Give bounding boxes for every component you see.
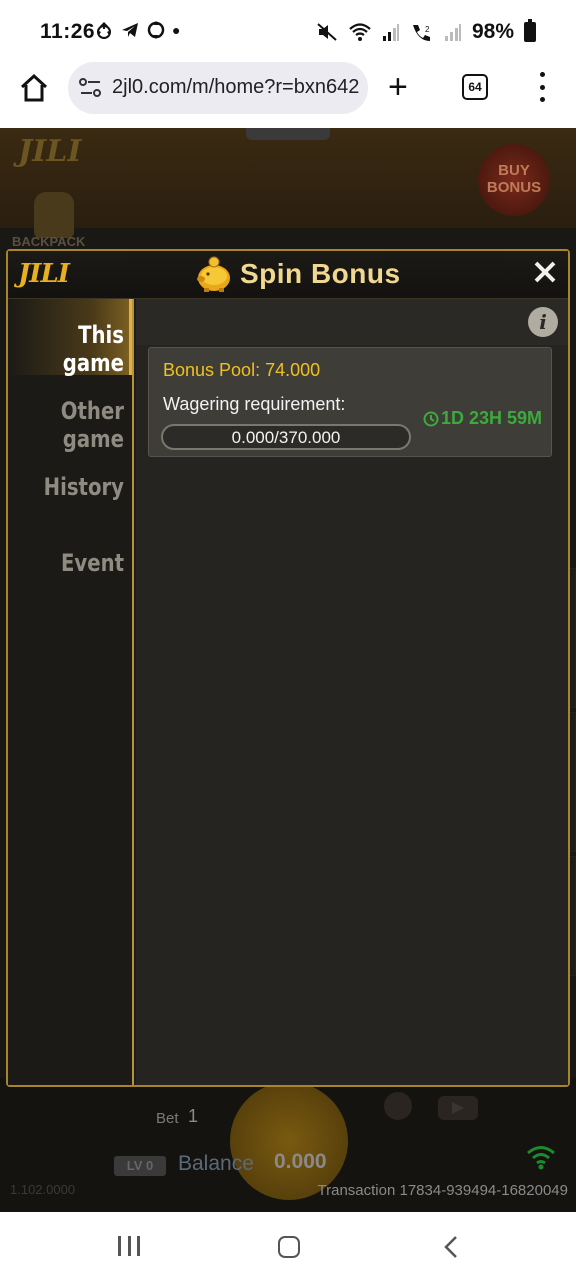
backpack-icon <box>34 192 74 238</box>
dialog-sidebar: This game Other game History Event <box>8 299 134 1085</box>
tab-other-game[interactable]: Other game <box>24 397 124 453</box>
buy-bonus-button[interactable]: BUY BONUS <box>478 144 550 216</box>
battery-percent: 98% <box>471 20 514 43</box>
dialog-title: Spin Bonus <box>240 258 401 289</box>
backpack-button[interactable]: BACKPACK <box>12 192 92 252</box>
clock-icon <box>423 411 439 426</box>
status-right-icons: 2 98% <box>316 19 536 44</box>
spin-bonus-dialog: JILI Spin Bonus This game Other game His… <box>6 249 570 1087</box>
sync-icon <box>147 21 165 39</box>
tab-history[interactable]: History <box>24 473 124 501</box>
bet-label: Bet <box>156 1110 179 1127</box>
dialog-title-wrap: Spin Bonus <box>194 255 401 293</box>
status-bar: 11:26 ● 2 98% <box>0 0 576 62</box>
top-handle[interactable] <box>246 128 330 140</box>
bonus-timer: 1D 23H 59M <box>423 408 542 429</box>
back-icon[interactable] <box>440 1234 464 1260</box>
version-text: 1.102.0000 <box>10 1182 76 1197</box>
wifi-call-icon: 2 <box>412 25 430 41</box>
close-icon[interactable] <box>532 259 558 285</box>
new-tab-button[interactable]: + <box>388 70 408 104</box>
connection-icon <box>527 1146 555 1170</box>
url-text[interactable]: 2jl0.com/m/home?r=bxn642 <box>112 76 359 99</box>
battery-icon <box>524 19 536 42</box>
content-top-strip <box>136 299 568 345</box>
status-time: 11:26 <box>40 20 96 43</box>
level-badge: LV 0 <box>114 1156 166 1176</box>
bonus-card: Bonus Pool: 74.000 Wagering requirement:… <box>148 347 552 457</box>
wagering-progress-bar: 0.000/370.000 <box>161 424 411 450</box>
svg-text:2: 2 <box>425 25 430 34</box>
status-left-icons: ● <box>94 20 180 40</box>
wagering-label: Wagering requirement: <box>163 394 346 414</box>
telegram-icon <box>122 23 138 37</box>
signal-icon <box>444 24 461 41</box>
balance-value: 0.000 <box>274 1150 327 1173</box>
mute-icon <box>317 23 337 41</box>
wifi-icon <box>349 23 371 41</box>
tab-switcher-button[interactable]: 64 <box>462 74 488 100</box>
dialog-content: i Bonus Pool: 74.000 Wagering requiremen… <box>136 299 568 1085</box>
tab-this-game[interactable]: This game <box>24 321 124 377</box>
balance-label: Balance <box>178 1152 254 1175</box>
browser-menu-button[interactable] <box>536 72 548 102</box>
game-controls: Bet 1 LV 0 Balance 0.000 1.102.0000 Tran… <box>0 1078 576 1212</box>
timer-text: 1D 23H 59M <box>441 408 543 428</box>
backpack-label: BACKPACK <box>12 234 86 249</box>
auto-turbo-icons[interactable] <box>380 1088 490 1128</box>
recent-apps-button[interactable] <box>118 1236 140 1256</box>
dialog-logo: JILI <box>18 259 70 289</box>
dot-icon: ● <box>172 22 181 38</box>
signal-icon <box>382 24 399 41</box>
android-nav-bar <box>0 1212 576 1280</box>
dialog-header: JILI Spin Bonus <box>8 251 568 299</box>
site-settings-icon[interactable] <box>78 76 104 100</box>
bonus-pool-text: Bonus Pool: 74.000 <box>163 360 321 380</box>
home-icon[interactable] <box>18 72 50 104</box>
game-logo: JILI <box>18 134 82 169</box>
transaction-id: Transaction 17834-939494-16820049 <box>317 1182 568 1199</box>
tab-event[interactable]: Event <box>24 549 124 577</box>
browser-toolbar: 2jl0.com/m/home?r=bxn642 + 64 <box>0 62 576 128</box>
sync-icon <box>97 22 111 39</box>
wagering-progress-text: 0.000/370.000 <box>231 428 341 447</box>
home-button[interactable] <box>278 1236 300 1258</box>
bet-value[interactable]: 1 <box>188 1106 198 1127</box>
info-icon[interactable]: i <box>528 307 558 337</box>
url-bar[interactable]: 2jl0.com/m/home?r=bxn642 <box>68 62 368 114</box>
piggy-bank-icon <box>197 256 230 292</box>
